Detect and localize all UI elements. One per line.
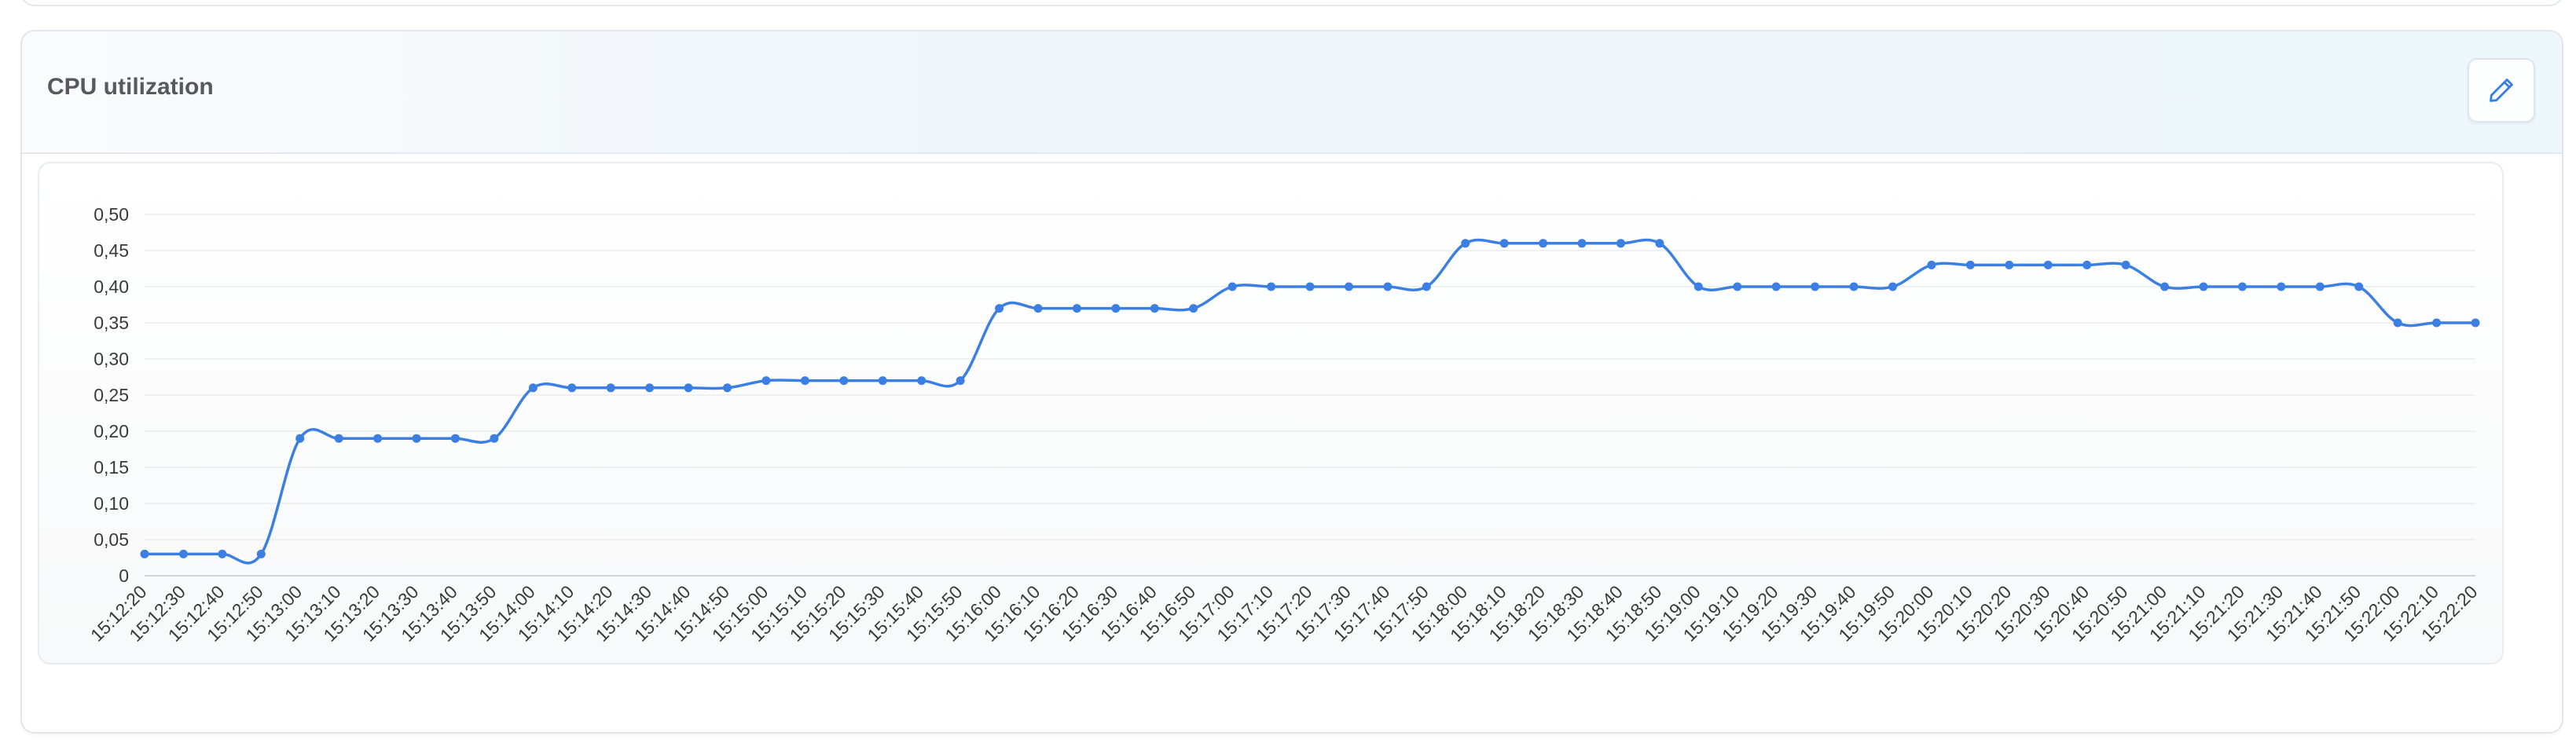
data-point[interactable]: [490, 434, 499, 443]
data-point[interactable]: [1888, 282, 1897, 291]
data-point[interactable]: [1111, 304, 1121, 313]
y-tick-label: 0,40: [94, 276, 129, 297]
y-tick-label: 0,35: [94, 313, 129, 333]
data-point[interactable]: [2121, 260, 2130, 269]
data-point[interactable]: [1655, 239, 1664, 248]
x-axis-ticks: 15:12:2015:12:3015:12:4015:12:5015:13:00…: [86, 581, 2482, 646]
data-point[interactable]: [1422, 282, 1431, 291]
data-point[interactable]: [2277, 282, 2286, 291]
data-point[interactable]: [1577, 239, 1587, 248]
y-tick-label: 0,15: [94, 457, 129, 478]
data-point[interactable]: [2354, 282, 2364, 291]
chart-panel: 0 0,05 0,10 0,15 0,20 0,25 0,30 0,35 0,40 0,45 0,5…: [38, 162, 2504, 664]
card-header: CPU utilization: [22, 31, 2562, 154]
data-point[interactable]: [839, 376, 849, 386]
data-point[interactable]: [645, 383, 655, 393]
data-point[interactable]: [528, 383, 538, 393]
data-point[interactable]: [450, 434, 460, 443]
data-point[interactable]: [684, 383, 693, 393]
data-point[interactable]: [1383, 282, 1393, 291]
data-point[interactable]: [1267, 282, 1276, 291]
data-point[interactable]: [1965, 260, 1975, 269]
y-tick-label: 0,30: [94, 349, 129, 369]
data-point[interactable]: [2432, 318, 2442, 328]
data-point[interactable]: [1189, 304, 1198, 313]
data-point[interactable]: [1927, 260, 1936, 269]
data-point[interactable]: [256, 549, 266, 558]
data-point[interactable]: [1733, 282, 1742, 291]
data-point[interactable]: [1305, 282, 1315, 291]
data-point[interactable]: [1461, 239, 1470, 248]
data-point[interactable]: [995, 304, 1004, 313]
y-tick-label: 0,50: [94, 204, 129, 225]
data-point[interactable]: [1227, 282, 1237, 291]
cpu-line-chart: 0 0,05 0,10 0,15 0,20 0,25 0,30 0,35 0,40 0,45 0,5…: [86, 204, 2482, 646]
data-point[interactable]: [1771, 282, 1781, 291]
data-point[interactable]: [1033, 304, 1043, 313]
data-point[interactable]: [412, 434, 421, 443]
data-point[interactable]: [1072, 304, 1081, 313]
y-tick-label: 0,05: [94, 529, 129, 550]
data-point[interactable]: [334, 434, 343, 443]
data-point[interactable]: [295, 434, 305, 443]
data-point[interactable]: [567, 383, 577, 393]
data-point[interactable]: [878, 376, 887, 386]
y-axis-ticks: 0 0,05 0,10 0,15 0,20 0,25 0,30 0,35 0,40 0,45 0,5…: [94, 204, 129, 586]
y-tick-label: 0,10: [94, 493, 129, 514]
y-tick-label: 0,25: [94, 385, 129, 405]
data-point[interactable]: [1616, 239, 1625, 248]
data-point[interactable]: [2005, 260, 2014, 269]
y-tick-label: 0: [119, 566, 129, 586]
data-point[interactable]: [1811, 282, 1820, 291]
data-point[interactable]: [1693, 282, 1703, 291]
data-point[interactable]: [1849, 282, 1859, 291]
data-point[interactable]: [1150, 304, 1159, 313]
y-tick-label: 0,20: [94, 421, 129, 441]
data-point[interactable]: [1344, 282, 1353, 291]
data-point[interactable]: [2315, 282, 2325, 291]
data-point[interactable]: [956, 376, 965, 386]
data-point[interactable]: [2471, 318, 2480, 328]
data-point[interactable]: [2237, 282, 2247, 291]
data-point[interactable]: [1539, 239, 1548, 248]
card-title: CPU utilization: [47, 74, 214, 100]
data-point[interactable]: [761, 376, 771, 386]
data-point[interactable]: [373, 434, 383, 443]
data-point[interactable]: [140, 549, 149, 558]
data-point[interactable]: [917, 376, 927, 386]
y-tick-label: 0,45: [94, 240, 129, 261]
data-point[interactable]: [1499, 239, 1509, 248]
previous-card-edge: [20, 0, 2563, 6]
data-point[interactable]: [218, 549, 227, 558]
data-point[interactable]: [178, 549, 188, 558]
data-point[interactable]: [2160, 282, 2170, 291]
data-point[interactable]: [2082, 260, 2092, 269]
data-point[interactable]: [2043, 260, 2053, 269]
data-point[interactable]: [606, 383, 615, 393]
data-point[interactable]: [2199, 282, 2208, 291]
data-point[interactable]: [723, 383, 732, 393]
data-point[interactable]: [2393, 318, 2402, 328]
pencil-icon: [2486, 75, 2516, 105]
data-point[interactable]: [800, 376, 809, 386]
edit-button[interactable]: [2468, 58, 2535, 123]
